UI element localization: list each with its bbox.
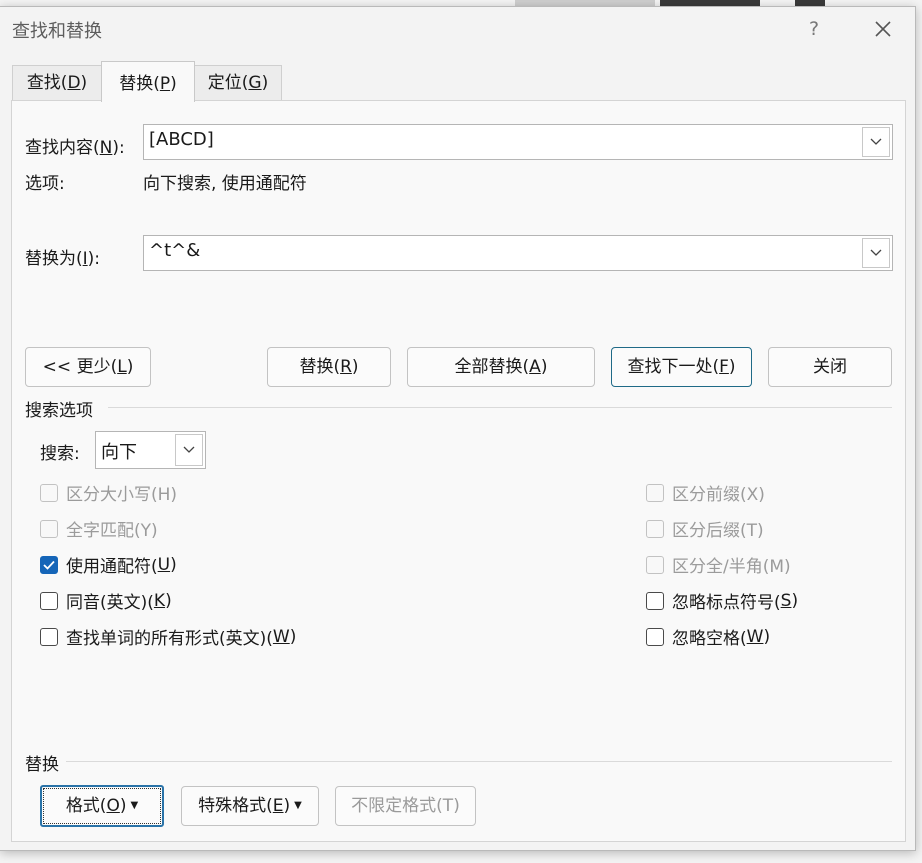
search-direction-label: 搜索: bbox=[40, 444, 80, 464]
replace-value: ^t^& bbox=[149, 240, 201, 261]
search-direction-dropdown[interactable] bbox=[175, 434, 203, 466]
replace-panel: 查找内容(N): [ABCD] 选项: 向下搜索, 使用通配符 替换为(I): … bbox=[11, 100, 906, 842]
checkbox-box bbox=[646, 555, 664, 574]
sounds-like-checkbox[interactable]: 同音(英文)(K) bbox=[40, 588, 172, 613]
replace-section-title: 替换 bbox=[25, 755, 59, 775]
no-formatting-button[interactable]: 不限定格式(T) bbox=[335, 786, 476, 826]
less-button[interactable]: << 更少(L) bbox=[25, 347, 151, 387]
checkbox-box bbox=[40, 519, 58, 538]
match-prefix-checkbox[interactable]: 区分前缀(X) bbox=[646, 480, 765, 505]
title-bar: 查找和替换 ? bbox=[0, 7, 915, 51]
checkbox-box bbox=[646, 483, 664, 502]
checkbox-box bbox=[646, 591, 664, 610]
use-wildcards-checkbox[interactable]: 使用通配符(U) bbox=[40, 552, 177, 577]
find-value: [ABCD] bbox=[149, 129, 214, 150]
whole-word-checkbox[interactable]: 全字匹配(Y) bbox=[40, 516, 158, 541]
replace-button[interactable]: 替换(R) bbox=[267, 347, 391, 387]
find-replace-dialog: 查找和替换 ? 查找(D) 替换(P) 定位(G) 查找内容(N): [ABCD… bbox=[0, 6, 916, 851]
search-direction-select[interactable]: 向下 bbox=[95, 431, 206, 469]
ignore-whitespace-checkbox[interactable]: 忽略空格(W) bbox=[646, 624, 770, 649]
checkmark-icon bbox=[43, 560, 55, 570]
checkbox-box bbox=[40, 555, 58, 574]
match-case-checkbox[interactable]: 区分大小写(H) bbox=[40, 480, 177, 505]
replace-label: 替换为(I): bbox=[25, 249, 101, 269]
tab-replace[interactable]: 替换(P) bbox=[101, 61, 195, 102]
match-width-checkbox[interactable]: 区分全/半角(M) bbox=[646, 552, 791, 577]
close-window-button[interactable] bbox=[864, 11, 902, 47]
dropdown-caret-icon: ▼ bbox=[294, 800, 302, 811]
options-value: 向下搜索, 使用通配符 bbox=[143, 174, 307, 194]
chevron-down-icon bbox=[870, 249, 882, 256]
dropdown-caret-icon: ▼ bbox=[130, 800, 139, 811]
close-icon bbox=[875, 21, 891, 37]
tab-goto[interactable]: 定位(G) bbox=[194, 65, 282, 101]
options-label: 选项: bbox=[25, 174, 65, 194]
checkbox-box bbox=[646, 627, 664, 646]
chevron-down-icon bbox=[183, 446, 195, 453]
search-options-title: 搜索选项 bbox=[25, 401, 93, 421]
find-input[interactable]: [ABCD] bbox=[143, 124, 893, 160]
replace-dropdown-button[interactable] bbox=[862, 238, 890, 268]
replace-input[interactable]: ^t^& bbox=[143, 235, 893, 271]
help-button[interactable]: ? bbox=[798, 11, 830, 47]
find-next-button[interactable]: 查找下一处(F) bbox=[611, 347, 752, 387]
ignore-punctuation-checkbox[interactable]: 忽略标点符号(S) bbox=[646, 588, 798, 613]
match-suffix-checkbox[interactable]: 区分后缀(T) bbox=[646, 516, 764, 541]
tab-find[interactable]: 查找(D) bbox=[12, 65, 102, 101]
checkbox-box bbox=[40, 483, 58, 502]
format-button[interactable]: 格式(O) ▼ bbox=[40, 785, 164, 827]
search-options-divider bbox=[108, 407, 892, 408]
chevron-down-icon bbox=[870, 138, 882, 145]
find-label: 查找内容(N): bbox=[25, 138, 125, 158]
checkbox-box bbox=[40, 627, 58, 646]
search-direction-value: 向下 bbox=[101, 442, 137, 463]
special-format-button[interactable]: 特殊格式(E) ▼ bbox=[181, 786, 319, 826]
find-dropdown-button[interactable] bbox=[862, 127, 890, 157]
dialog-title: 查找和替换 bbox=[12, 21, 102, 42]
checkbox-box bbox=[646, 519, 664, 538]
replace-section-divider bbox=[66, 761, 892, 762]
replace-all-button[interactable]: 全部替换(A) bbox=[407, 347, 595, 387]
close-button[interactable]: 关闭 bbox=[768, 347, 892, 387]
all-word-forms-checkbox[interactable]: 查找单词的所有形式(英文)(W) bbox=[40, 624, 296, 649]
checkbox-box bbox=[40, 591, 58, 610]
